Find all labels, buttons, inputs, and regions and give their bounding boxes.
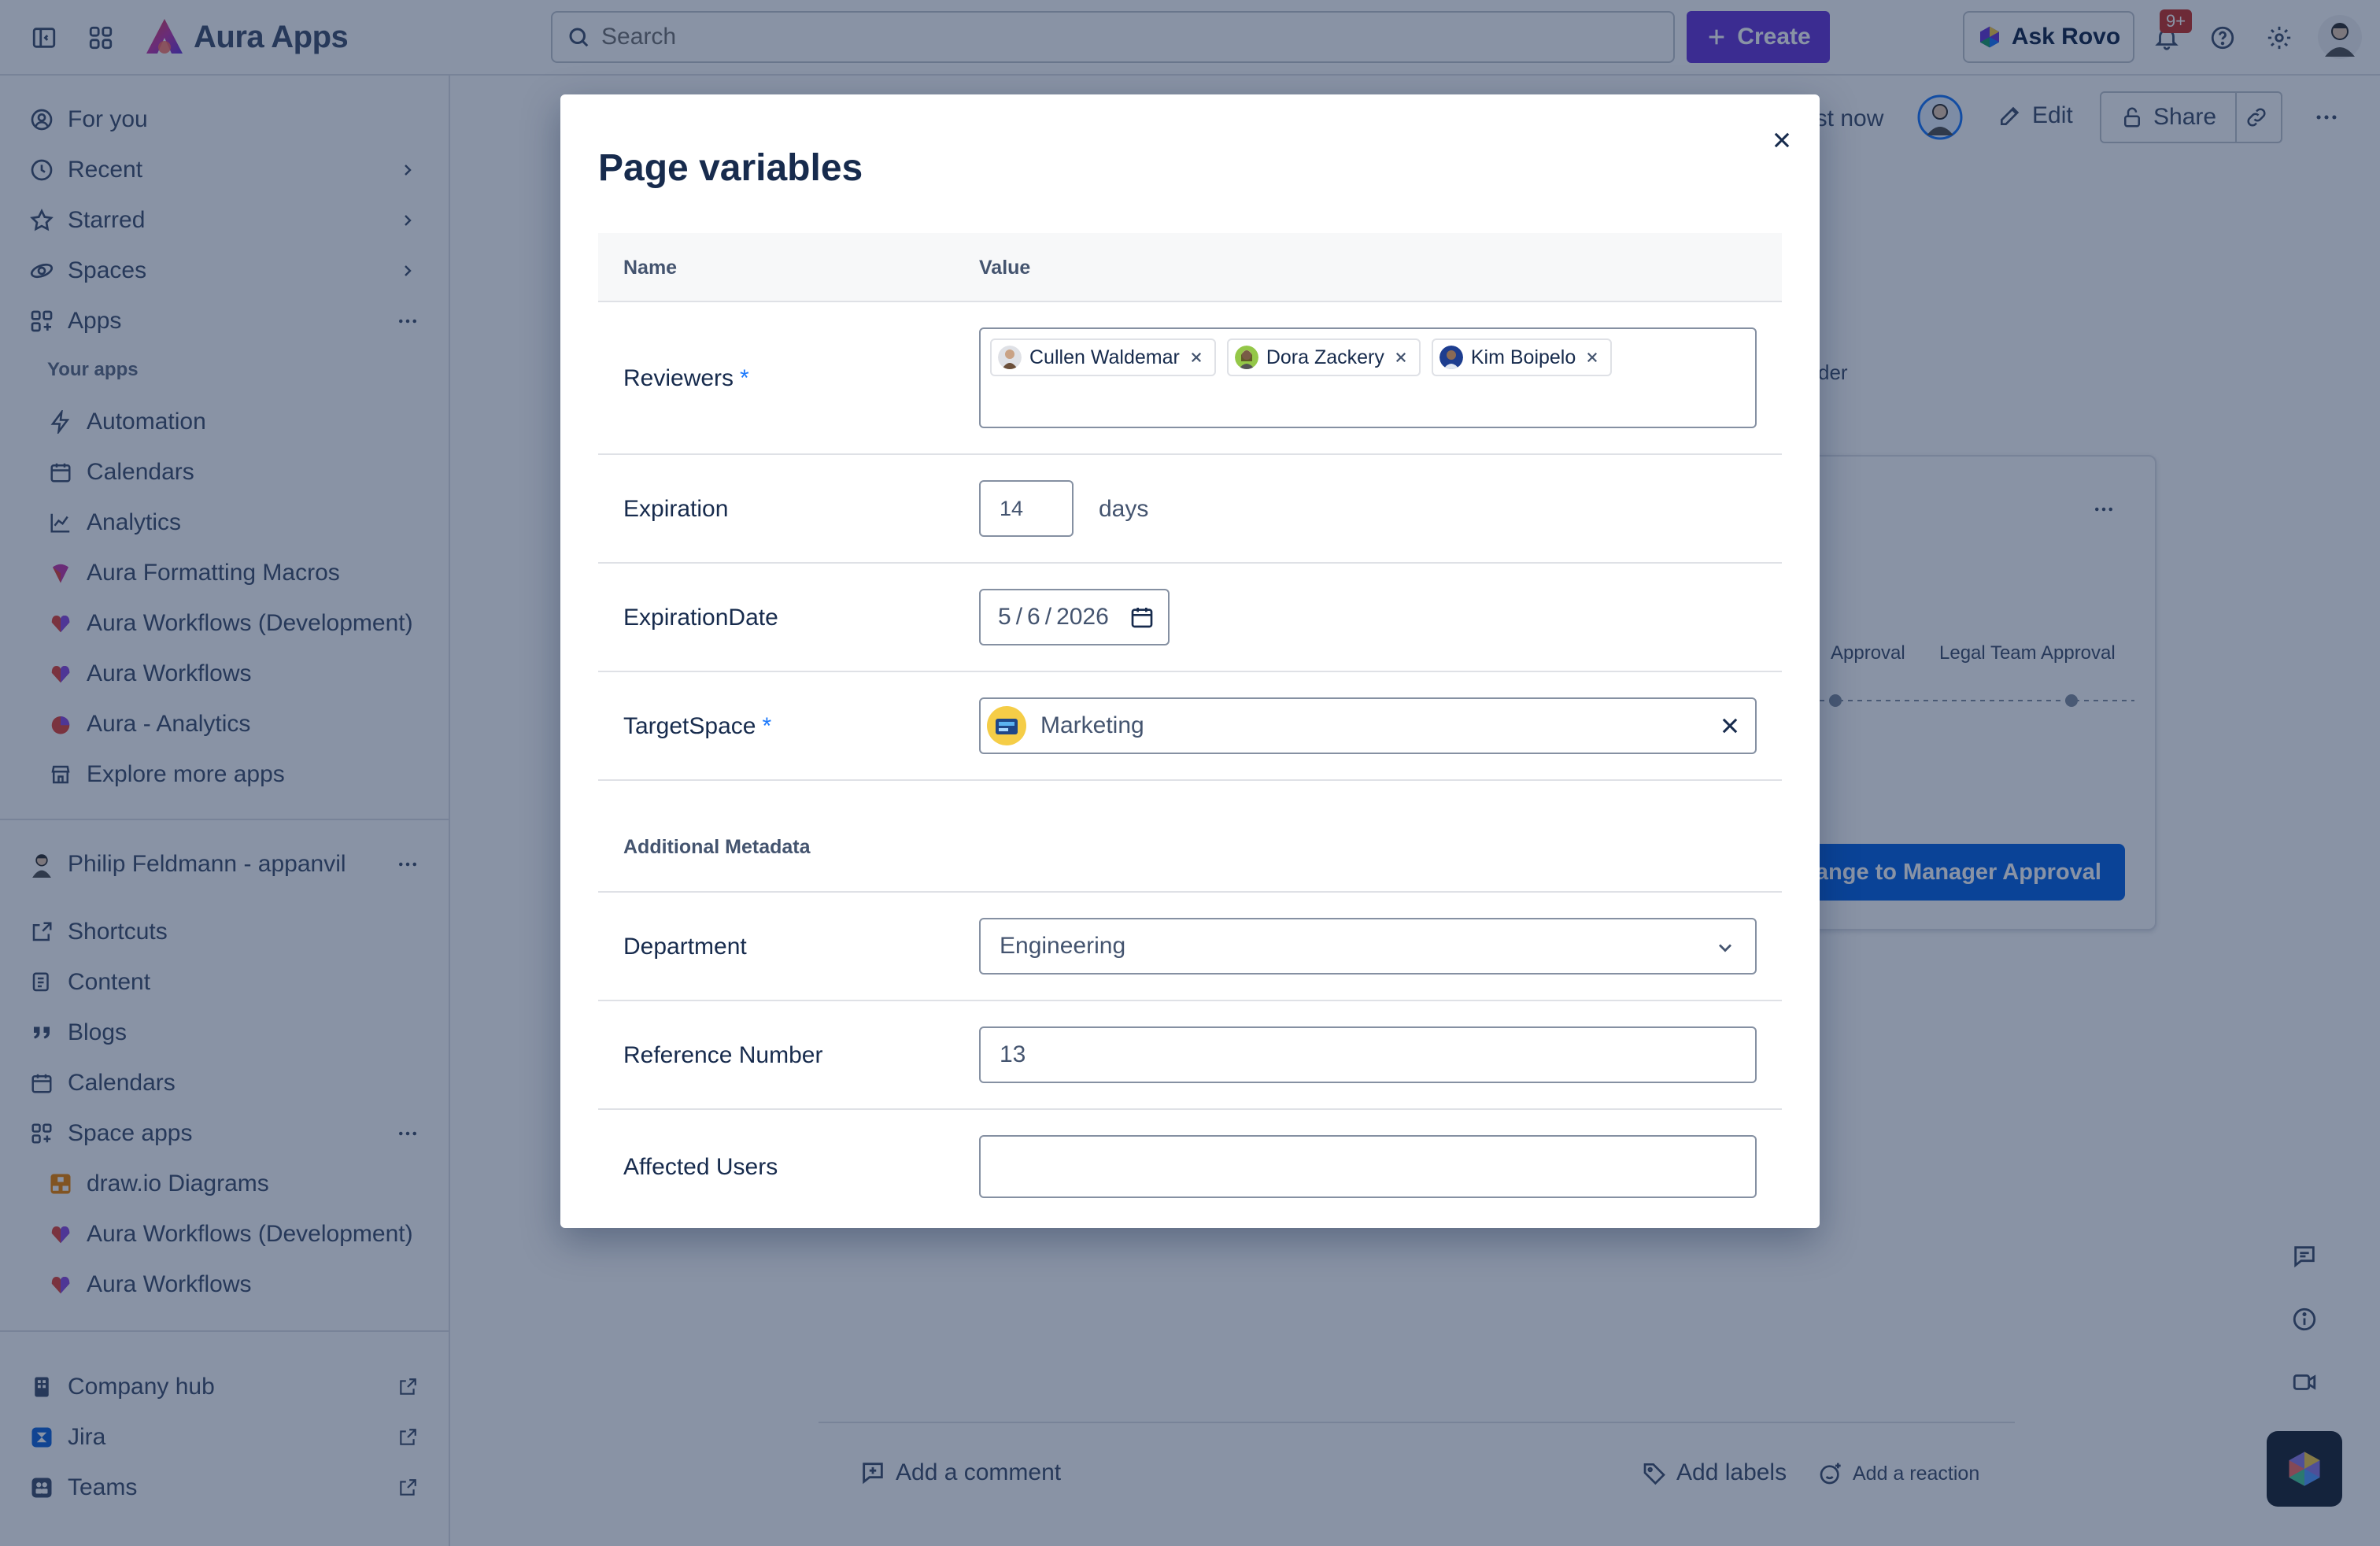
expiration-unit-label: days xyxy=(1099,496,1149,522)
required-indicator: * xyxy=(762,713,772,739)
date-day[interactable]: 6 xyxy=(1027,604,1040,631)
expiration-days-input[interactable] xyxy=(979,480,1074,537)
variable-label: TargetSpace * xyxy=(623,713,771,740)
variable-row-reference-number: Reference Number xyxy=(598,1001,1782,1110)
variable-row-expiration-date: ExpirationDate 5 / 6 / 2026 xyxy=(598,564,1782,672)
reviewer-name: Cullen Waldemar xyxy=(1029,346,1180,368)
variable-label: Reference Number xyxy=(623,1042,823,1068)
variable-label: Reviewers * xyxy=(623,365,749,392)
department-value: Engineering xyxy=(1000,933,1126,959)
target-space-value: Marketing xyxy=(1040,712,1144,738)
user-avatar xyxy=(1234,346,1258,369)
chevron-down-icon xyxy=(1714,937,1736,959)
reviewers-user-picker[interactable]: Cullen Waldemar Dora Zackery Kim Boipelo xyxy=(979,327,1757,428)
dialog-title: Page variables xyxy=(598,147,863,189)
reviewer-chip: Cullen Waldemar xyxy=(990,338,1216,376)
variable-row-department: Department Engineering xyxy=(598,893,1782,1001)
column-header-value: Value xyxy=(979,257,1031,279)
close-icon[interactable] xyxy=(1768,126,1796,154)
user-avatar xyxy=(1439,346,1463,369)
additional-metadata-heading: Additional Metadata xyxy=(623,836,811,858)
space-icon xyxy=(987,706,1026,745)
remove-reviewer-icon[interactable] xyxy=(1392,349,1410,366)
expiration-date-picker[interactable]: 5 / 6 / 2026 xyxy=(979,589,1170,645)
variable-label: Department xyxy=(623,934,747,960)
variable-row-reviewers: Reviewers * Cullen Waldemar Dora Zackery … xyxy=(598,302,1782,455)
reviewer-name: Kim Boipelo xyxy=(1470,346,1576,368)
required-indicator: * xyxy=(740,365,749,391)
variable-row-target-space: TargetSpace * Marketing xyxy=(598,672,1782,781)
variable-label: Affected Users xyxy=(623,1154,778,1180)
page-variables-dialog: Page variables Name Value Reviewers * Cul… xyxy=(560,94,1820,1228)
remove-reviewer-icon[interactable] xyxy=(1584,349,1601,366)
column-header-name: Name xyxy=(623,257,678,279)
remove-reviewer-icon[interactable] xyxy=(1188,349,1205,366)
department-select[interactable]: Engineering xyxy=(979,918,1757,975)
date-separator: / xyxy=(1015,604,1023,630)
target-space-label-text: TargetSpace xyxy=(623,713,756,739)
variable-row-affected-users: Affected Users xyxy=(598,1110,1782,1228)
date-separator: / xyxy=(1044,604,1052,630)
calendar-icon[interactable] xyxy=(1129,605,1155,630)
target-space-select[interactable]: Marketing xyxy=(979,697,1757,754)
additional-metadata-section: Additional Metadata xyxy=(598,781,1782,893)
variables-table-header: Name Value xyxy=(598,233,1782,302)
user-avatar xyxy=(998,346,1022,369)
date-month[interactable]: 5 xyxy=(998,604,1011,631)
clear-selection-icon[interactable] xyxy=(1719,715,1741,737)
variable-label: Expiration xyxy=(623,496,729,522)
reviewer-chip: Kim Boipelo xyxy=(1431,338,1613,376)
variable-row-expiration: Expiration days xyxy=(598,455,1782,564)
affected-users-input[interactable] xyxy=(979,1135,1757,1198)
reviewer-chip: Dora Zackery xyxy=(1226,338,1421,376)
reviewer-name: Dora Zackery xyxy=(1266,346,1384,368)
date-year[interactable]: 2026 xyxy=(1056,604,1109,631)
variable-label: ExpirationDate xyxy=(623,605,778,631)
reviewers-label-text: Reviewers xyxy=(623,365,734,391)
reference-number-input[interactable] xyxy=(979,1026,1757,1083)
